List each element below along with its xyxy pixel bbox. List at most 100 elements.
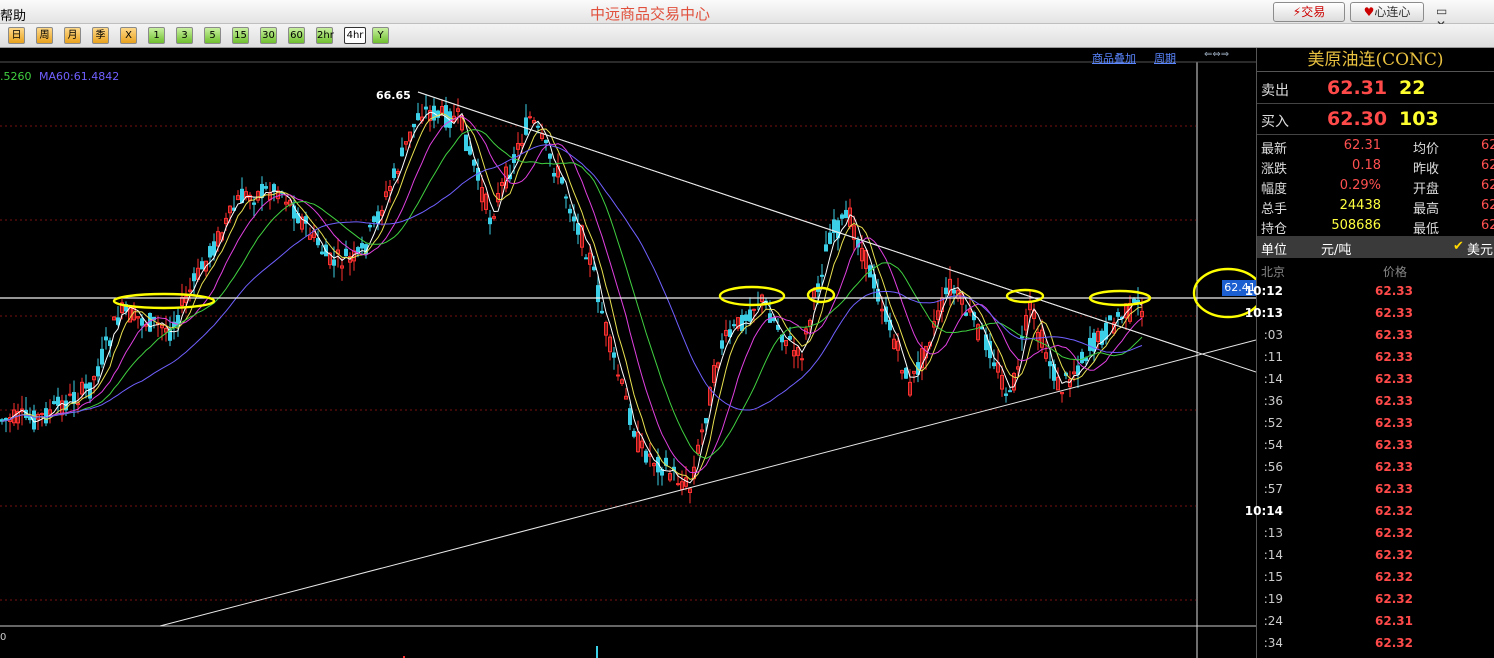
candle-body — [528, 116, 532, 119]
overlay-commodity-link[interactable]: 商品叠加 — [1092, 52, 1136, 65]
trade-button[interactable]: ⚡交易 — [1273, 2, 1345, 22]
candle-body — [412, 123, 416, 128]
stat-value-2: 62 — [1481, 138, 1494, 153]
tick-row: :52 62.33 — [1257, 412, 1494, 434]
period-button-9[interactable]: 30 — [260, 27, 277, 44]
tick-price: 62.33 — [1375, 350, 1413, 364]
stat-value-2: 62 — [1481, 198, 1494, 213]
candle-body — [592, 266, 596, 271]
tick-row: :54 62.33 — [1257, 434, 1494, 456]
candle-body — [392, 168, 396, 179]
chart-canvas — [0, 61, 1256, 658]
buy-row[interactable]: 买入 62.30 103 — [1257, 105, 1494, 135]
period-button-12[interactable]: 4hr — [344, 27, 366, 44]
tick-time: :56 — [1263, 460, 1283, 474]
tick-header-time: 北京 — [1261, 265, 1286, 279]
tick-header: 北京 价格 — [1257, 260, 1494, 280]
buy-volume: 103 — [1399, 108, 1439, 130]
trading-app-window: 帮助 中远商品交易中心 ⚡交易 ♥心连心 ▭ ✕ 日周月季X135 15 30 60 2… — [0, 0, 1494, 658]
period-link[interactable]: 周期 — [1154, 52, 1176, 65]
candle-body — [96, 366, 100, 377]
stat-label: 幅度 — [1261, 182, 1288, 197]
quote-panel: 美原油连(CONC) 卖出 62.31 22 买入 62.30 103 最新 62… — [1245, 48, 1494, 658]
tick-price: 62.33 — [1375, 438, 1413, 452]
candle-body — [1136, 299, 1140, 303]
tick-price: 62.32 — [1375, 570, 1413, 584]
candle-body — [748, 309, 752, 322]
tick-time: :19 — [1263, 592, 1283, 606]
sell-row[interactable]: 卖出 62.31 22 — [1257, 74, 1494, 104]
tick-row: 10:12 62.33 — [1245, 280, 1494, 302]
xinlian-button[interactable]: ♥心连心 — [1350, 2, 1424, 22]
stat-row: 最新 62.31 均价 62 — [1257, 136, 1494, 157]
period-button-0[interactable]: 日 — [8, 27, 25, 44]
period-button-13[interactable]: Y — [372, 27, 389, 44]
xinlian-button-label: 心连心 — [1374, 5, 1411, 19]
tick-price: 62.33 — [1375, 372, 1413, 386]
highlight-ellipse — [718, 285, 786, 307]
tick-row: :14 62.32 — [1257, 544, 1494, 566]
candle-body — [1048, 361, 1052, 367]
candle-body — [952, 289, 956, 294]
candle-body — [820, 274, 824, 277]
tick-price: 62.31 — [1375, 614, 1413, 628]
chart-nav-arrows-icon[interactable]: ⇐⇔⇒ — [1204, 49, 1229, 60]
tick-row: :24 62.31 — [1257, 610, 1494, 632]
tick-time: :52 — [1263, 416, 1283, 430]
tick-time: :13 — [1263, 526, 1283, 540]
candle-body — [844, 209, 848, 219]
ma-prefix-value: .5260 — [0, 70, 32, 83]
period-button-3[interactable]: 季 — [92, 27, 109, 44]
stat-value: 62.31 — [1343, 138, 1381, 153]
period-button-6[interactable]: 3 — [176, 27, 193, 44]
tick-time: 10:14 — [1244, 504, 1283, 518]
menu-help[interactable]: 帮助 — [0, 5, 26, 24]
period-button-5[interactable]: 1 — [148, 27, 165, 44]
candle-body — [56, 396, 60, 406]
candle-body — [316, 238, 320, 246]
tick-time: :15 — [1263, 570, 1283, 584]
candle-body — [104, 336, 108, 341]
tick-price: 62.32 — [1375, 592, 1413, 606]
tick-time: :54 — [1263, 438, 1283, 452]
tick-price: 62.33 — [1375, 284, 1413, 298]
tick-price: 62.32 — [1375, 504, 1413, 518]
check-icon[interactable]: ✔ — [1453, 239, 1464, 254]
candle-body — [4, 417, 8, 421]
candle-body — [212, 241, 216, 256]
candle-body — [44, 408, 48, 424]
ma-legend: .5260 MA60:61.4842 — [0, 70, 119, 83]
candle-body — [1108, 315, 1112, 321]
high-price-label: 66.65 — [376, 89, 411, 102]
tick-row: :15 62.32 — [1257, 566, 1494, 588]
unit-row: 单位 元/吨 ✔ 美元 — [1257, 236, 1494, 258]
period-button-11[interactable]: 2hr — [316, 27, 334, 44]
period-button-1[interactable]: 周 — [36, 27, 53, 44]
candle-body — [600, 310, 604, 314]
tick-row: :03 62.33 — [1257, 324, 1494, 346]
candle-body — [824, 244, 828, 252]
candle-body — [360, 243, 364, 249]
period-button-2[interactable]: 月 — [64, 27, 81, 44]
chart-links: 商品叠加 周期 — [1092, 50, 1194, 66]
period-button-4[interactable]: X — [120, 27, 137, 44]
stat-label-2: 开盘 — [1413, 182, 1440, 197]
ma60-value: MA60:61.4842 — [39, 70, 120, 83]
tick-row: :36 62.33 — [1257, 390, 1494, 412]
candle-body — [272, 184, 276, 192]
stat-row: 幅度 0.29% 开盘 62 — [1257, 176, 1494, 197]
stat-value: 508686 — [1331, 218, 1381, 233]
stat-row: 持仓 508686 最低 62 — [1257, 216, 1494, 237]
tick-price: 62.33 — [1375, 328, 1413, 342]
candlestick-chart[interactable]: 商品叠加 周期 ⇐⇔⇒ .5260 MA60:61.4842 66.65 62.4… — [0, 48, 1258, 658]
candle-body — [376, 211, 380, 224]
candle-body — [572, 216, 576, 222]
period-button-10[interactable]: 60 — [288, 27, 305, 44]
tick-price: 62.33 — [1375, 416, 1413, 430]
title-bar: 帮助 中远商品交易中心 ⚡交易 ♥心连心 ▭ ✕ — [0, 0, 1494, 32]
tick-header-price: 价格 — [1383, 265, 1408, 279]
period-button-8[interactable]: 15 — [232, 27, 249, 44]
tick-row: :14 62.33 — [1257, 368, 1494, 390]
period-button-7[interactable]: 5 — [204, 27, 221, 44]
tick-row: 10:13 62.33 — [1245, 302, 1494, 324]
